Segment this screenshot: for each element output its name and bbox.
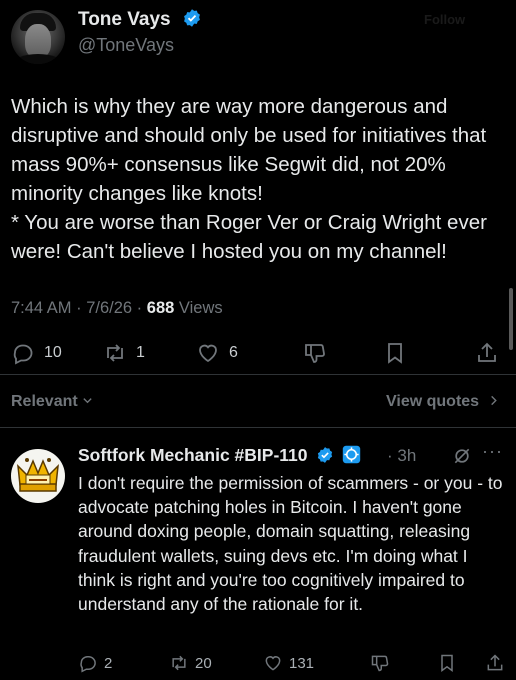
chevron-down-icon — [83, 398, 92, 404]
thumbs-down-icon — [305, 344, 325, 363]
reply-time-row: · 3h — [387, 446, 417, 465]
reply-count: 10 — [44, 344, 62, 361]
reply-repost-count: 20 — [195, 654, 212, 672]
views-label: Views — [178, 299, 223, 317]
sort-label: Relevant — [11, 393, 78, 410]
like-count: 6 — [229, 344, 238, 361]
reply-bookmark-button[interactable] — [437, 653, 457, 673]
heart-icon — [265, 656, 281, 671]
affiliate-badge-icon — [343, 445, 361, 464]
bookmark-icon — [441, 654, 453, 672]
reply-like-button[interactable]: 131 — [263, 653, 314, 673]
chevron-right-icon — [490, 395, 497, 406]
crown-logo-icon — [17, 458, 59, 492]
avatar-shirt — [13, 54, 63, 64]
share-button[interactable] — [475, 341, 499, 365]
author-avatar[interactable] — [11, 10, 65, 64]
like-button[interactable]: 6 — [196, 341, 238, 365]
thumbs-down-icon — [371, 655, 389, 672]
follow-button[interactable]: Follow — [424, 12, 465, 27]
scrollbar[interactable] — [509, 288, 513, 350]
dislike-button[interactable] — [303, 341, 327, 365]
repost-icon — [107, 344, 123, 362]
share-icon — [487, 654, 503, 671]
reply-author-row[interactable]: Softfork Mechanic #BIP-110 — [78, 445, 361, 466]
reply-author-name[interactable]: Softfork Mechanic #BIP-110 — [78, 445, 308, 465]
reply-reply-button[interactable]: 2 — [78, 653, 112, 673]
replies-divider — [0, 427, 516, 428]
verified-badge-icon — [183, 9, 200, 27]
reply-like-count: 131 — [289, 654, 315, 672]
repost-button[interactable]: 1 — [103, 341, 145, 365]
views-count: 688 — [146, 299, 175, 317]
tweet-text: Which is why they are way more dangerous… — [11, 95, 487, 263]
reply-repost-button[interactable]: 20 — [169, 653, 212, 673]
reply-share-button[interactable] — [485, 653, 505, 673]
share-icon — [478, 342, 496, 362]
reply-reply-count: 2 — [104, 654, 113, 672]
grok-button[interactable] — [452, 446, 472, 471]
author-name-row[interactable]: Tone Vays — [78, 8, 202, 31]
grok-icon — [454, 448, 470, 464]
bookmark-button[interactable] — [383, 341, 407, 365]
reply-icon — [13, 344, 33, 365]
view-quotes-label: View quotes — [386, 393, 480, 410]
author-handle[interactable]: @ToneVays — [78, 35, 174, 56]
reply-dislike-button[interactable] — [370, 653, 390, 673]
view-quotes-link[interactable]: View quotes — [386, 393, 499, 411]
sort-dropdown[interactable]: Relevant — [11, 393, 93, 411]
more-dots-icon: ··· — [482, 441, 503, 461]
heart-icon — [199, 344, 217, 363]
reply-text: I don't require the permission of scamme… — [78, 473, 503, 615]
more-options-button[interactable]: ··· — [482, 441, 503, 462]
actions-divider — [0, 374, 516, 375]
reply-author-avatar[interactable] — [11, 449, 65, 503]
tweet-date[interactable]: 7/6/26 — [86, 299, 132, 317]
tweet-meta: 7:44 AM · 7/6/26 · 688 Views — [11, 299, 223, 317]
tweet-time[interactable]: 7:44 AM — [11, 299, 72, 317]
reply-time[interactable]: 3h — [397, 446, 416, 465]
author-name[interactable]: Tone Vays — [78, 9, 171, 30]
reply-icon — [80, 656, 96, 673]
reply-button[interactable]: 10 — [11, 341, 62, 365]
avatar-face — [25, 24, 51, 58]
repost-count: 1 — [136, 344, 145, 361]
verified-badge-icon — [318, 447, 333, 463]
repost-icon — [172, 655, 186, 671]
bookmark-icon — [388, 343, 402, 364]
